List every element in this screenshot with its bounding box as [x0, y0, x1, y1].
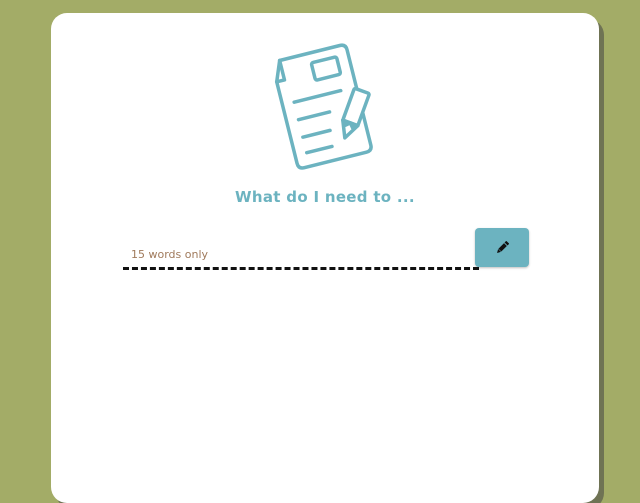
add-task-button[interactable] — [475, 228, 529, 267]
note-with-pencil-icon — [265, 33, 383, 171]
todo-card: What do I need to ... — [51, 13, 599, 503]
page-title: What do I need to ... — [235, 188, 415, 206]
pencil-icon — [495, 240, 509, 255]
task-input[interactable] — [123, 241, 479, 270]
